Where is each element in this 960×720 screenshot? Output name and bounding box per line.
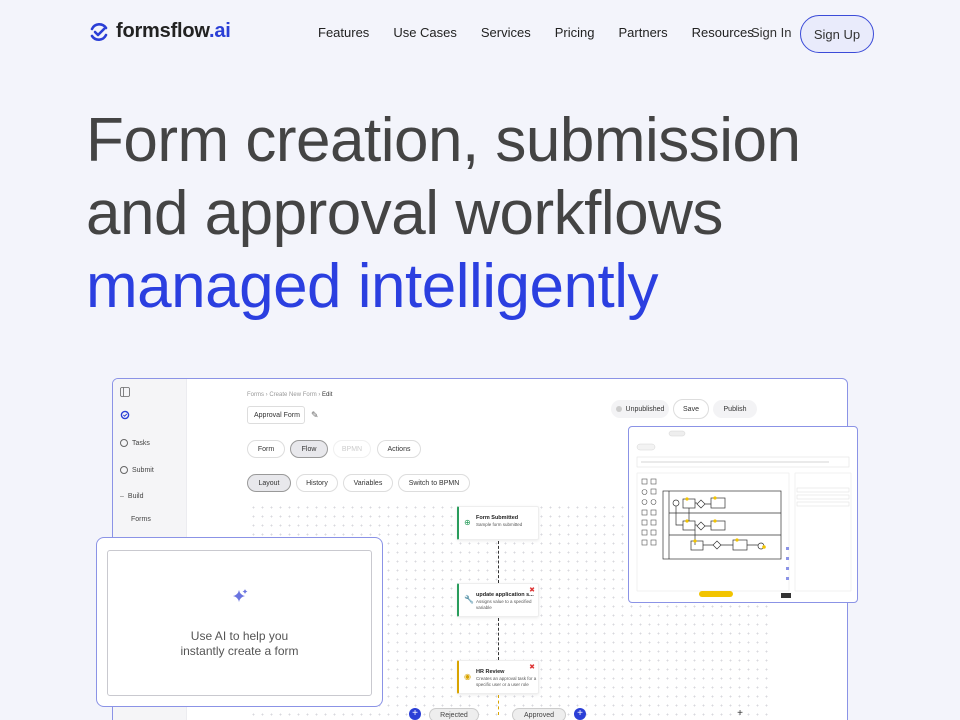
nav-pricing[interactable]: Pricing	[555, 25, 595, 40]
ai-text-line-1: Use AI to help you	[190, 629, 289, 643]
tab-flow[interactable]: Flow	[290, 440, 328, 458]
status-dot-icon	[615, 406, 622, 412]
add-branch-icon[interactable]: +	[409, 708, 421, 720]
branch-approved[interactable]: Approved	[512, 708, 566, 720]
status-text: Unpublished	[625, 405, 665, 413]
logo-text: formsflow.ai	[116, 20, 231, 42]
check-circle-icon: ◉	[464, 672, 471, 681]
flow-node-form-submitted[interactable]: ⊕ Form Submitted Sample form submitted	[457, 506, 539, 540]
ai-assist-card[interactable]: Use AI to help you instantly create a fo…	[96, 537, 383, 707]
nav-resources[interactable]: Resources	[692, 25, 754, 40]
sidebar-item-submit[interactable]: Submit	[120, 466, 154, 474]
subtab-variables[interactable]: Variables	[343, 474, 393, 492]
sidebar-item-label: Tasks	[132, 439, 150, 447]
sidebar-item-label: Build	[127, 493, 144, 500]
nav-features[interactable]: Features	[318, 25, 369, 40]
flow-node-update-application[interactable]: 🔧 ✖ update application s... Assigns valu…	[457, 583, 539, 617]
form-name-field[interactable]: Approval Form	[247, 406, 305, 424]
crumb-edit: Edit	[322, 392, 333, 398]
panel-toggle-icon[interactable]	[120, 387, 130, 397]
sign-in-link[interactable]: Sign In	[751, 25, 791, 40]
delete-icon[interactable]: ✖	[529, 663, 535, 671]
hero-line-3: managed intelligently	[86, 252, 658, 321]
subtab-history[interactable]: History	[296, 474, 338, 492]
ai-text-line-2: instantly create a form	[180, 644, 299, 658]
nav-links: Features Use Cases Services Pricing Part…	[318, 25, 778, 40]
flow-connector	[498, 695, 499, 715]
switch-to-bpmn-button[interactable]: Switch to BPMN	[398, 474, 470, 492]
node-title: update application s...	[476, 592, 534, 598]
publish-button[interactable]: Publish	[713, 400, 757, 418]
flow-connector	[498, 618, 499, 660]
sparkle-icon	[233, 589, 248, 602]
branch-rejected[interactable]: Rejected	[429, 708, 479, 720]
zoom-in-icon[interactable]: +	[734, 708, 746, 720]
node-title: Form Submitted	[476, 515, 519, 521]
tab-form[interactable]: Form	[247, 440, 285, 458]
tab-actions[interactable]: Actions	[377, 440, 421, 458]
wrench-icon: 🔧	[464, 595, 474, 604]
node-desc: Assigns value to a specified variable	[476, 599, 532, 610]
top-nav: formsflow.ai Features Use Cases Services…	[0, 0, 960, 66]
bpmn-diagram	[636, 430, 852, 598]
save-button[interactable]: Save	[673, 399, 709, 419]
status-badge: Unpublished	[611, 400, 669, 418]
sidebar-item-build[interactable]: – Build	[120, 493, 143, 500]
breadcrumb: Forms › Create New Form › Edit	[247, 392, 333, 398]
collapse-icon: –	[120, 493, 124, 500]
flow-node-hr-review[interactable]: ◉ ✖ HR Review Creates an approval task f…	[457, 660, 539, 694]
add-circle-icon: ⊕	[464, 518, 471, 527]
flow-connector	[498, 541, 499, 583]
nav-use-cases[interactable]: Use Cases	[393, 25, 457, 40]
edit-pencil-icon[interactable]: ✎	[311, 410, 319, 421]
hero-heading: Form creation, submission and approval w…	[86, 104, 801, 323]
node-title: HR Review	[476, 669, 505, 675]
hero-line-2: and approval workflows	[86, 179, 723, 248]
sidebar-item-label: Forms	[131, 516, 151, 523]
tab-bpmn[interactable]: BPMN	[333, 440, 371, 458]
bpmn-preview-card	[628, 426, 858, 603]
nav-services[interactable]: Services	[481, 25, 531, 40]
ai-prompt-text: Use AI to help you instantly create a fo…	[108, 629, 371, 659]
app-logo-icon	[120, 410, 130, 420]
sidebar-item-label: Submit	[132, 466, 154, 474]
tasks-icon	[120, 439, 128, 447]
crumb-create[interactable]: Create New Form	[269, 392, 316, 398]
node-desc: Sample form submitted	[476, 522, 523, 527]
sidebar-item-tasks[interactable]: Tasks	[120, 439, 150, 447]
sidebar-item-forms[interactable]: Forms	[131, 516, 151, 523]
submit-icon	[120, 466, 128, 474]
logo[interactable]: formsflow.ai	[88, 20, 231, 43]
ai-prompt-area[interactable]: Use AI to help you instantly create a fo…	[107, 550, 372, 696]
add-branch-icon[interactable]: +	[574, 708, 586, 720]
subtab-layout[interactable]: Layout	[247, 474, 291, 492]
nav-partners[interactable]: Partners	[619, 25, 668, 40]
node-desc: Creates an approval task for a specific …	[476, 676, 537, 687]
sign-up-button[interactable]: Sign Up	[800, 15, 874, 53]
crumb-forms[interactable]: Forms	[247, 392, 264, 398]
logo-icon	[90, 22, 108, 41]
hero-line-1: Form creation, submission	[86, 106, 801, 175]
